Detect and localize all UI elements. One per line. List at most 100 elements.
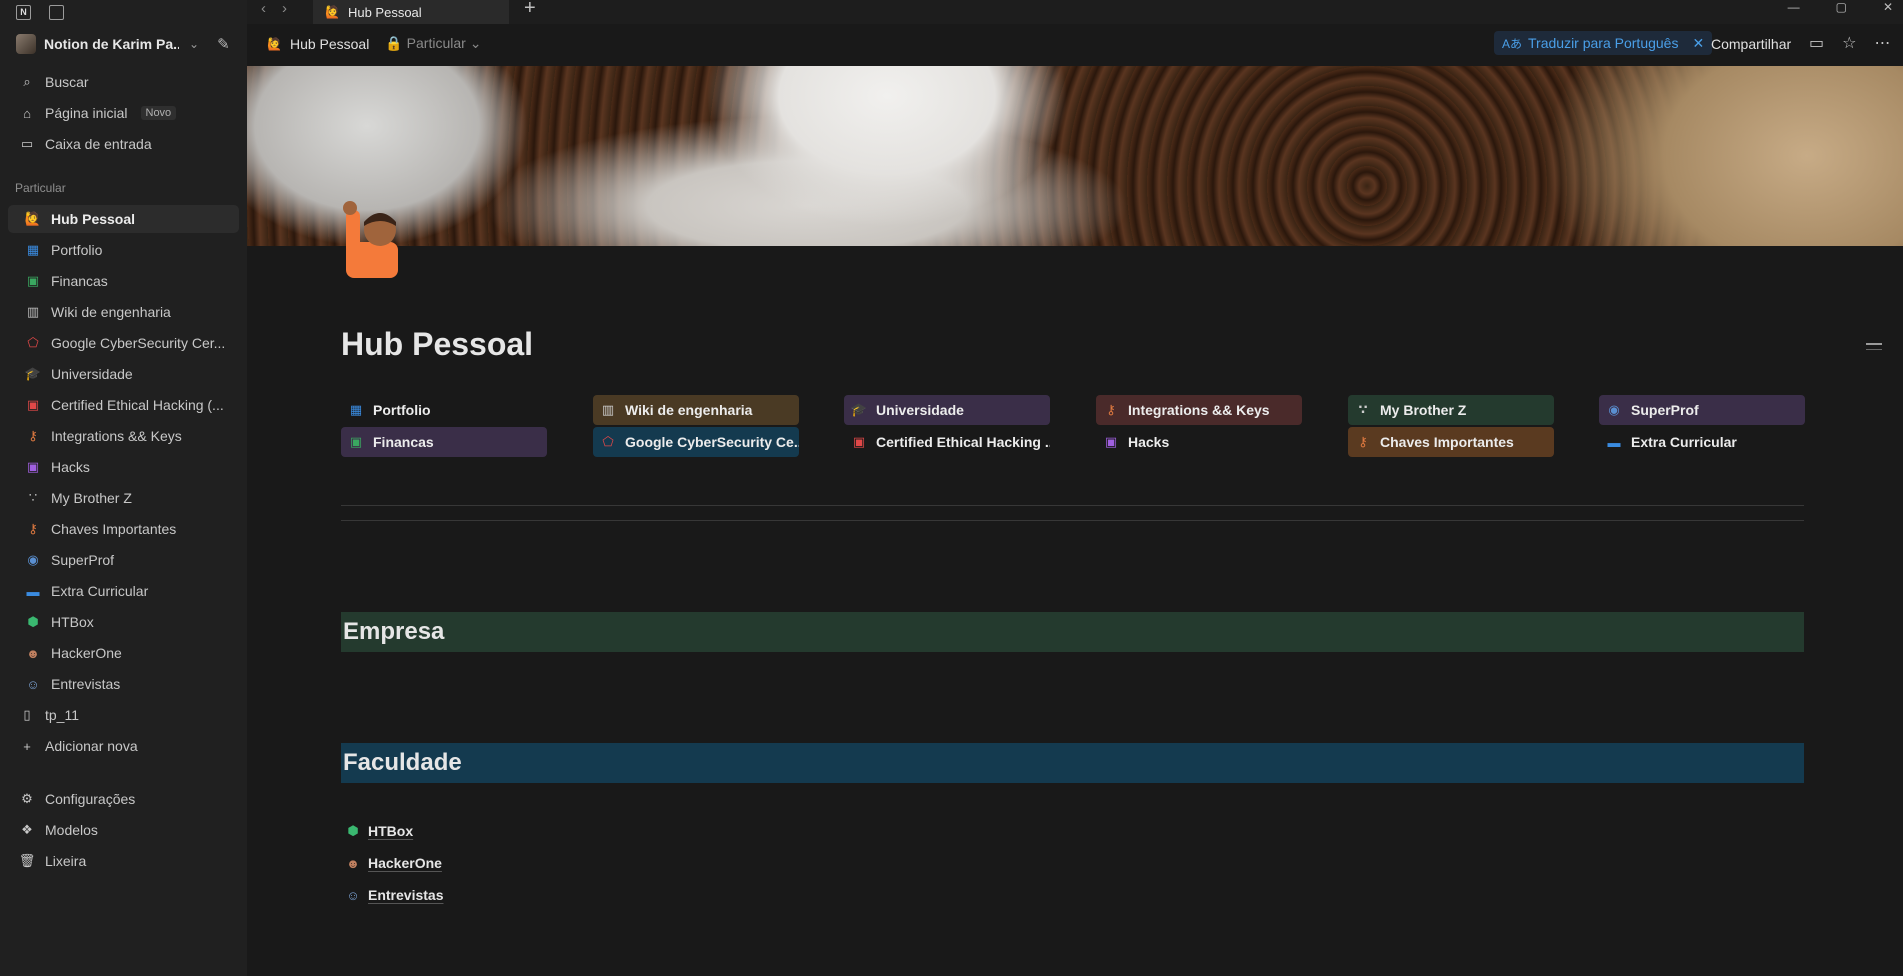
sidebar-item-label: Financas xyxy=(51,273,108,289)
sidebar-item-search[interactable]: ⌕ Buscar xyxy=(8,68,239,96)
workspace-switcher[interactable]: Notion de Karim Pa... ⌄ ✎ xyxy=(10,30,240,58)
more-icon[interactable]: ⋯ xyxy=(1874,33,1890,53)
sidebar-item-label: Caixa de entrada xyxy=(45,136,152,152)
link-label: Chaves Importantes xyxy=(1380,434,1514,450)
sidebar-item-ceh[interactable]: ▣ Certified Ethical Hacking (... xyxy=(8,391,239,419)
sidebar-item-google-cyber[interactable]: ⬠ Google CyberSecurity Cer... xyxy=(8,329,239,357)
breadcrumb-page[interactable]: Hub Pessoal xyxy=(290,36,369,52)
sidebar-item-label: Google CyberSecurity Cer... xyxy=(51,335,226,351)
money-icon: ▣ xyxy=(26,273,40,288)
link-financas[interactable]: ▣ Financas xyxy=(341,427,547,457)
sidebar-item-entrevistas[interactable]: ☺ Entrevistas xyxy=(8,670,239,698)
sidebar-item-inbox[interactable]: ▭ Caixa de entrada xyxy=(8,130,239,158)
sidebar-item-tp11[interactable]: ▯ tp_11 xyxy=(8,701,239,729)
link-label: HTBox xyxy=(368,823,414,839)
building-icon: ▥ xyxy=(601,402,615,417)
sidebar-item-wiki[interactable]: ▥ Wiki de engenharia xyxy=(8,298,239,326)
workspace-avatar xyxy=(16,34,36,54)
translate-label[interactable]: Traduzir para Português xyxy=(1528,35,1678,51)
trash-icon: 🗑 xyxy=(18,853,36,868)
link-label: Hacks xyxy=(1128,434,1170,450)
close-icon[interactable]: ✕ xyxy=(1692,35,1704,52)
link-portfolio[interactable]: ▦ Portfolio xyxy=(341,395,547,425)
sidebar-item-label: Universidade xyxy=(51,366,133,382)
close-icon[interactable]: ✕ xyxy=(1883,0,1893,14)
link-hacks[interactable]: ▣ Hacks xyxy=(1096,427,1302,457)
privacy-label: Particular xyxy=(406,35,466,51)
link-universidade[interactable]: 🎓 Universidade xyxy=(844,395,1050,425)
link-wiki[interactable]: ▥ Wiki de engenharia xyxy=(593,395,799,425)
chevron-down-icon[interactable]: ⌄ xyxy=(189,37,199,51)
sidebar-item-hackerone[interactable]: ☻ HackerOne xyxy=(8,639,239,667)
breadcrumb[interactable]: 🙋 Hub Pessoal 🔒 Particular ⌄ xyxy=(267,35,481,52)
divider xyxy=(341,505,1804,506)
home-icon: ⌂ xyxy=(23,105,31,121)
sidebar-item-label: Certified Ethical Hacking (... xyxy=(51,397,224,413)
link-extra-curricular[interactable]: ▬ Extra Curricular xyxy=(1599,427,1805,457)
sidebar-item-integrations[interactable]: ⚷ Integrations && Keys xyxy=(8,422,239,450)
sidebar-item-chaves[interactable]: ⚷ Chaves Importantes xyxy=(8,515,239,543)
sidebar-item-hacks[interactable]: ▣ Hacks xyxy=(8,453,239,481)
comment-icon[interactable]: ▭ xyxy=(1809,33,1824,53)
link-chaves[interactable]: ⚷ Chaves Importantes xyxy=(1348,427,1554,457)
sidebar-item-htbox[interactable]: ⬢ HTBox xyxy=(8,608,239,636)
sidebar-item-extra-curricular[interactable]: ▬ Extra Curricular xyxy=(8,577,239,605)
sidebar-item-label: Entrevistas xyxy=(51,676,121,692)
notion-logo-icon[interactable]: N xyxy=(16,4,31,20)
link-google-cyber[interactable]: ⬠ Google CyberSecurity Ce... xyxy=(593,427,799,457)
tab-hub-pessoal[interactable]: 🙋 Hub Pessoal xyxy=(313,0,509,24)
sidebar-item-home[interactable]: ⌂ Página inicial Novo xyxy=(8,99,239,127)
new-page-icon[interactable]: ✎ xyxy=(217,35,230,53)
heading-empresa[interactable]: Empresa xyxy=(341,612,1804,652)
sidebar-item-universidade[interactable]: 🎓 Universidade xyxy=(8,360,239,388)
sidebar-item-hub-pessoal[interactable]: 🙋 Hub Pessoal xyxy=(8,205,239,233)
page-icon-waving-person[interactable] xyxy=(336,200,414,284)
minimize-icon[interactable]: — xyxy=(1788,0,1800,14)
link-superprof[interactable]: ◉ SuperProf xyxy=(1599,395,1805,425)
interview-icon: ☺ xyxy=(26,676,40,692)
back-arrow-icon[interactable]: ‹ xyxy=(261,0,266,20)
toc-icon[interactable] xyxy=(1866,343,1882,345)
share-button[interactable]: Compartilhar xyxy=(1711,36,1791,52)
key-icon: ⚷ xyxy=(1106,402,1116,417)
history-nav: ‹ › xyxy=(261,0,287,20)
heading-faculdade[interactable]: Faculdade xyxy=(341,743,1804,783)
person-laptop-icon: ☻ xyxy=(346,855,360,871)
window-controls: — ▢ ✕ xyxy=(1788,0,1893,14)
link-integrations[interactable]: ⚷ Integrations && Keys xyxy=(1096,395,1302,425)
link-entrevistas[interactable]: ☺ Entrevistas xyxy=(344,883,443,907)
sidebar-item-templates[interactable]: ❖ Modelos xyxy=(8,816,239,844)
avatar-icon: ◉ xyxy=(27,552,39,567)
new-tab-button[interactable]: + xyxy=(524,0,536,20)
sidebar-item-financas[interactable]: ▣ Financas xyxy=(8,267,239,295)
tab-bar: ‹ › 🙋 Hub Pessoal + — ▢ ✕ xyxy=(247,0,1903,24)
link-htbox[interactable]: ⬢ HTBox xyxy=(344,819,413,843)
sidebar-item-superprof[interactable]: ◉ SuperProf xyxy=(8,546,239,574)
sidebar-item-label: Extra Curricular xyxy=(51,583,149,599)
sidebar-item-label: Wiki de engenharia xyxy=(51,304,171,320)
link-hackerone[interactable]: ☻ HackerOne xyxy=(344,851,442,875)
waving-person-icon: 🙋 xyxy=(325,5,340,19)
page-title[interactable]: Hub Pessoal xyxy=(341,326,533,363)
maximize-icon[interactable]: ▢ xyxy=(1836,0,1847,14)
link-ceh[interactable]: ▣ Certified Ethical Hacking ... xyxy=(844,427,1050,457)
avatar-icon: ◉ xyxy=(1608,402,1620,417)
link-label: My Brother Z xyxy=(1380,402,1467,418)
forward-arrow-icon[interactable]: › xyxy=(282,0,287,20)
sidebar-toggle-icon[interactable] xyxy=(49,4,64,20)
translate-banner[interactable]: A͏あ Traduzir para Português ✕ xyxy=(1494,31,1713,55)
sidebar-item-add-new[interactable]: + Adicionar nova xyxy=(8,732,239,760)
sidebar-item-portfolio[interactable]: ▦ Portfolio xyxy=(8,236,239,264)
sidebar-item-settings[interactable]: ⚙ Configurações xyxy=(8,785,239,813)
star-icon[interactable]: ☆ xyxy=(1842,33,1856,53)
section-label-particular: Particular xyxy=(15,181,66,195)
alien-icon: ∵ xyxy=(1358,402,1368,417)
sidebar-item-label: Adicionar nova xyxy=(45,738,138,754)
sidebar-item-trash[interactable]: 🗑 Lixeira xyxy=(8,847,239,875)
alien-icon: ∵ xyxy=(28,490,38,505)
link-my-brother-z[interactable]: ∵ My Brother Z xyxy=(1348,395,1554,425)
sidebar-item-label: Modelos xyxy=(45,822,98,838)
privacy-indicator[interactable]: 🔒 Particular ⌄ xyxy=(385,35,481,52)
sidebar-item-label: Portfolio xyxy=(51,242,103,258)
sidebar-item-my-brother-z[interactable]: ∵ My Brother Z xyxy=(8,484,239,512)
